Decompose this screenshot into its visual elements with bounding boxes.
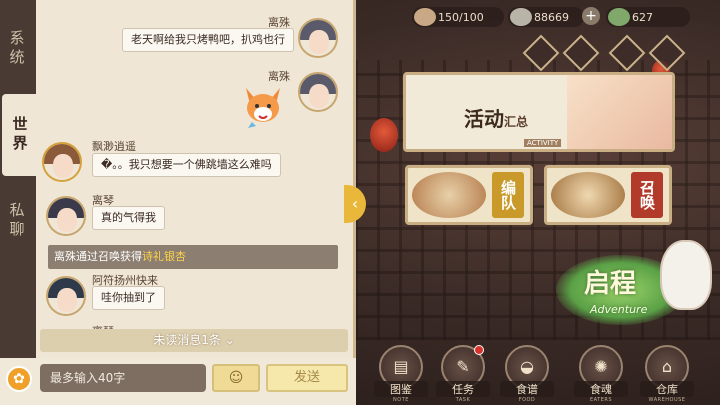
chat-input[interactable] xyxy=(40,364,206,392)
nav-note-en: NOTE xyxy=(393,397,409,403)
nav-task[interactable]: ✎ 任务 TASK xyxy=(436,345,490,405)
chat-message-list[interactable]: 离殊 老天啊给我只烤鸭吧，扒鸡也行 离殊 飘渺逍遥 �。。我只想要一个佛跳墙这么… xyxy=(40,10,348,330)
lantern-decor xyxy=(370,118,398,152)
activity-title: 活动汇总 xyxy=(464,107,529,131)
activity-subtitle: ACTIVITY xyxy=(524,139,562,147)
system-announcement: 离殊通过召唤获得诗礼银杏 xyxy=(48,245,338,269)
activity-banner[interactable]: 活动汇总 ACTIVITY xyxy=(403,72,675,152)
sticker-button[interactable]: ☺ xyxy=(212,364,260,392)
item-link[interactable]: 诗礼银杏 xyxy=(142,250,186,263)
tab-private[interactable]: 私聊 xyxy=(0,180,34,262)
sender-name: 离殊 xyxy=(268,70,290,83)
adventure-title: 启程 xyxy=(584,269,637,299)
tab-system[interactable]: 系统 xyxy=(0,8,34,90)
nav-eaters-en: EATERS xyxy=(589,397,613,403)
nav-task-label: 任务 xyxy=(436,381,490,397)
emoji-icon[interactable]: ✿ xyxy=(6,366,32,392)
avatar[interactable] xyxy=(46,276,86,316)
notification-badge xyxy=(474,345,484,355)
jade-icon xyxy=(608,8,630,26)
avatar[interactable] xyxy=(42,142,82,182)
tab-world[interactable]: 世界 xyxy=(2,94,38,176)
avatar[interactable] xyxy=(46,196,86,236)
nav-food-label: 食谱 xyxy=(500,381,554,397)
nav-food-en: FOOD xyxy=(518,397,536,403)
summon-art xyxy=(551,172,625,218)
fox-sticker xyxy=(246,88,280,128)
nav-note[interactable]: ▤ 图鉴 NOTE xyxy=(374,345,428,405)
formation-label: 编队 xyxy=(492,172,524,218)
chat-input-row: ✿ ☺ 发送 xyxy=(0,358,356,405)
adventure-subtitle: Adventure xyxy=(590,303,648,316)
avatar[interactable] xyxy=(298,72,338,112)
chat-panel: 系统 世界 私聊 离殊 老天啊给我只烤鸭吧，扒鸡也行 离殊 飘渺逍遥 �。。我只… xyxy=(0,0,356,405)
chevron-down-icon: ⌄ xyxy=(224,333,235,347)
coin-icon xyxy=(510,8,532,26)
sender-name: 飘渺逍遥 xyxy=(92,140,136,153)
message-bubble: 老天啊给我只烤鸭吧，扒鸡也行 xyxy=(122,28,294,52)
formation-card[interactable]: 编队 xyxy=(405,165,533,225)
nav-eaters[interactable]: ✺ 食魂 EATERS xyxy=(574,345,628,405)
add-coins-button[interactable]: + xyxy=(582,7,600,25)
unread-messages-bar[interactable]: 未读消息1条 ⌄ xyxy=(40,329,348,352)
nav-warehouse[interactable]: ⌂ 仓库 WAREHOUSE xyxy=(640,345,694,405)
message-bubble: �。。我只想要一个佛跳墙这么难吗 xyxy=(92,153,281,177)
activity-character-art xyxy=(567,75,672,149)
nav-note-label: 图鉴 xyxy=(374,381,428,397)
stamina-icon xyxy=(414,8,436,26)
summon-card[interactable]: 召唤 xyxy=(544,165,672,225)
formation-art xyxy=(412,172,486,218)
message-bubble: 真的气得我 xyxy=(92,206,165,230)
summon-label: 召唤 xyxy=(631,172,663,218)
send-button[interactable]: 发送 xyxy=(266,364,348,392)
avatar[interactable] xyxy=(298,18,338,58)
nav-food[interactable]: ◒ 食谱 FOOD xyxy=(500,345,554,405)
nav-eaters-label: 食魂 xyxy=(574,381,628,397)
nav-task-en: TASK xyxy=(455,397,471,403)
lucky-cat-mascot[interactable] xyxy=(660,240,712,310)
message-bubble: 哇你抽到了 xyxy=(92,286,165,310)
chat-tabs: 系统 世界 私聊 xyxy=(0,0,38,405)
nav-warehouse-en: WAREHOUSE xyxy=(648,397,686,403)
stamina-counter: 150/100 xyxy=(412,7,504,27)
jade-counter: 627 xyxy=(606,7,690,27)
nav-warehouse-label: 仓库 xyxy=(640,381,694,397)
coin-counter: 88669 xyxy=(508,7,584,27)
